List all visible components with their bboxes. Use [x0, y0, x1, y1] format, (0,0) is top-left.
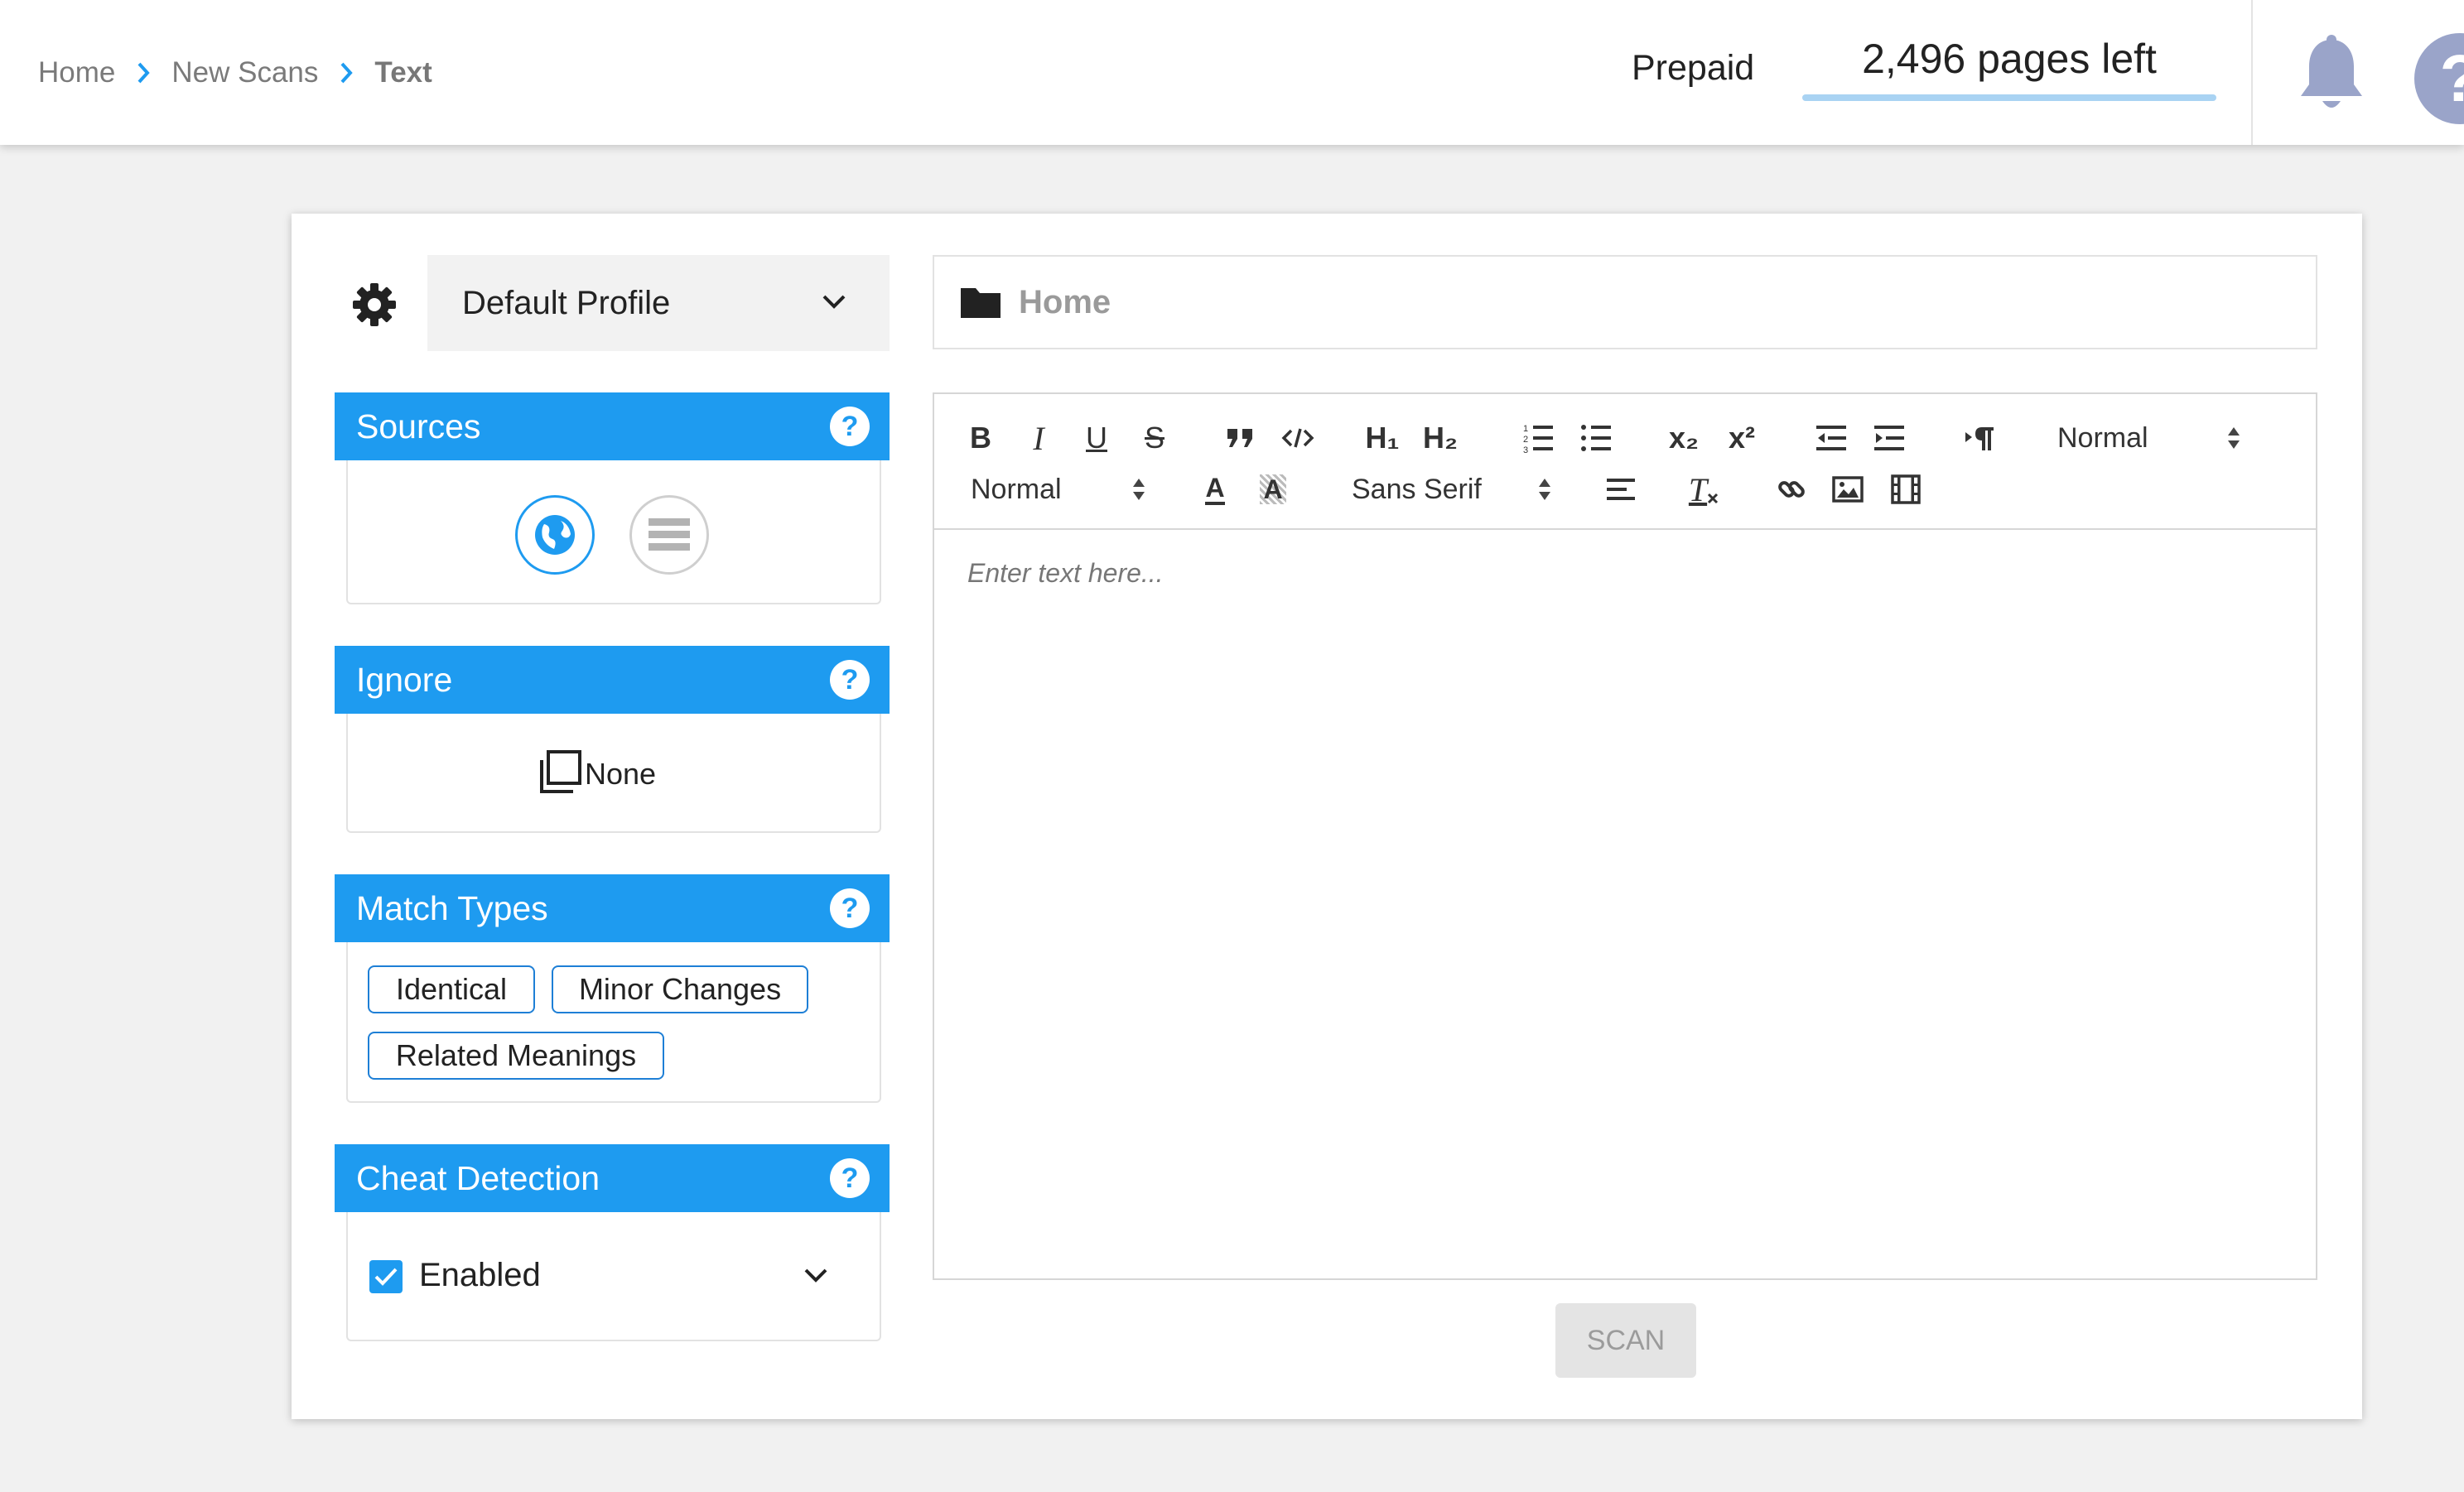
- header-divider: [2251, 0, 2253, 145]
- italic-button[interactable]: I: [1022, 417, 1055, 459]
- profile-select[interactable]: Default Profile: [427, 255, 890, 351]
- match-types-help-icon[interactable]: ?: [830, 888, 870, 928]
- strike-button[interactable]: S: [1138, 417, 1171, 459]
- header-select[interactable]: Normal: [2057, 417, 2240, 459]
- heading2-button[interactable]: H₂: [1418, 417, 1463, 459]
- code-icon[interactable]: [1279, 417, 1317, 459]
- svg-text:2: 2: [1523, 435, 1528, 445]
- tag-identical[interactable]: Identical: [368, 965, 535, 1013]
- ignore-panel: None: [346, 714, 881, 833]
- match-types-header: Match Types ?: [335, 874, 890, 942]
- font-color-picker[interactable]: A: [1196, 469, 1234, 510]
- font-select[interactable]: Sans Serif: [1352, 469, 1550, 510]
- subscript-button[interactable]: x₂: [1661, 417, 1706, 459]
- text-editor: B I U S H₁ H₂ 123 x₂ x² Normal Normal A …: [933, 392, 2317, 1280]
- sources-title: Sources: [356, 407, 481, 445]
- align-left-icon[interactable]: [1602, 469, 1640, 510]
- copy-icon: [537, 748, 583, 799]
- ignore-title: Ignore: [356, 660, 453, 699]
- clear-format-letter: T: [1688, 470, 1708, 508]
- svg-text:1: 1: [1523, 424, 1528, 434]
- pages-left-text: 2,496 pages left: [1862, 36, 2157, 82]
- header-select-value: Normal: [2057, 421, 2148, 454]
- font-color-letter: A: [1205, 474, 1225, 505]
- updown-icon: [2228, 426, 2240, 450]
- cheat-detection-panel: Enabled: [346, 1212, 881, 1341]
- ignore-help-icon[interactable]: ?: [830, 660, 870, 700]
- image-icon[interactable]: [1829, 469, 1867, 510]
- font-select-value: Sans Serif: [1352, 473, 1482, 505]
- gear-icon[interactable]: [351, 282, 398, 328]
- match-types-title: Match Types: [356, 888, 548, 927]
- cheat-detection-title: Cheat Detection: [356, 1158, 600, 1197]
- size-select-value: Normal: [971, 473, 1062, 505]
- ignore-option[interactable]: None: [537, 748, 656, 799]
- chevron-down-icon: [822, 293, 846, 314]
- scan-button[interactable]: SCAN: [1555, 1303, 1696, 1378]
- tag-minor-changes[interactable]: Minor Changes: [552, 965, 808, 1013]
- heading1-button[interactable]: H₁: [1360, 417, 1405, 459]
- ignore-header: Ignore ?: [335, 646, 890, 714]
- cheat-detection-help-icon[interactable]: ?: [830, 1158, 870, 1198]
- folder-selector[interactable]: Home: [933, 255, 2317, 349]
- superscript-button[interactable]: x²: [1719, 417, 1764, 459]
- background-color-letter: A: [1260, 474, 1286, 504]
- cheat-detection-header: Cheat Detection ?: [335, 1144, 890, 1212]
- sources-panel: [346, 460, 881, 604]
- updown-icon: [1539, 477, 1550, 502]
- chevron-down-icon[interactable]: [803, 1267, 828, 1287]
- editor-placeholder[interactable]: Enter text here...: [967, 558, 1164, 589]
- bold-button[interactable]: B: [964, 417, 997, 459]
- video-icon[interactable]: [1887, 469, 1925, 510]
- tag-related-meanings[interactable]: Related Meanings: [368, 1032, 664, 1080]
- link-icon[interactable]: [1772, 469, 1811, 510]
- breadcrumb: Home New Scans Text: [38, 50, 432, 96]
- updown-icon: [1133, 477, 1145, 502]
- folder-label: Home: [1019, 283, 1111, 320]
- bullet-list-icon[interactable]: [1577, 417, 1615, 459]
- folder-icon: [959, 285, 1002, 320]
- close-icon: [1708, 493, 1719, 504]
- breadcrumb-new-scans[interactable]: New Scans: [171, 56, 318, 89]
- background-color-picker[interactable]: A: [1254, 469, 1292, 510]
- enabled-label: Enabled: [419, 1257, 541, 1293]
- sources-header: Sources ?: [335, 392, 890, 460]
- svg-text:3: 3: [1523, 445, 1528, 455]
- bell-icon[interactable]: [2296, 33, 2367, 116]
- match-types-panel: Identical Minor Changes Related Meanings: [346, 942, 881, 1103]
- indent-icon[interactable]: [1870, 417, 1908, 459]
- internet-globe-icon[interactable]: [515, 495, 595, 575]
- ordered-list-icon[interactable]: 123: [1519, 417, 1557, 459]
- pages-left-indicator[interactable]: 2,496 pages left: [1802, 30, 2216, 101]
- clear-format-button[interactable]: T: [1685, 469, 1723, 510]
- breadcrumb-home[interactable]: Home: [38, 56, 115, 89]
- pages-left-bar: [1802, 94, 2216, 101]
- breadcrumb-current: Text: [374, 56, 432, 89]
- profile-select-value: Default Profile: [462, 284, 671, 321]
- help-icon[interactable]: ?: [2414, 33, 2464, 124]
- underline-button[interactable]: U: [1080, 417, 1113, 459]
- size-select[interactable]: Normal: [971, 469, 1145, 510]
- enabled-checkbox[interactable]: [369, 1260, 403, 1293]
- outdent-icon[interactable]: [1812, 417, 1850, 459]
- top-bar: Home New Scans Text Prepaid 2,496 pages …: [0, 0, 2464, 145]
- text-direction-icon[interactable]: [1961, 417, 1999, 459]
- chevron-right-icon: [137, 61, 151, 84]
- ignore-value: None: [585, 756, 657, 791]
- editor-toolbar: B I U S H₁ H₂ 123 x₂ x² Normal Normal A …: [934, 394, 2316, 530]
- chevron-right-icon: [340, 61, 354, 84]
- sources-help-icon[interactable]: ?: [830, 407, 870, 446]
- database-list-icon[interactable]: [629, 495, 709, 575]
- blockquote-icon[interactable]: [1221, 417, 1259, 459]
- plan-label: Prepaid: [1632, 48, 1755, 88]
